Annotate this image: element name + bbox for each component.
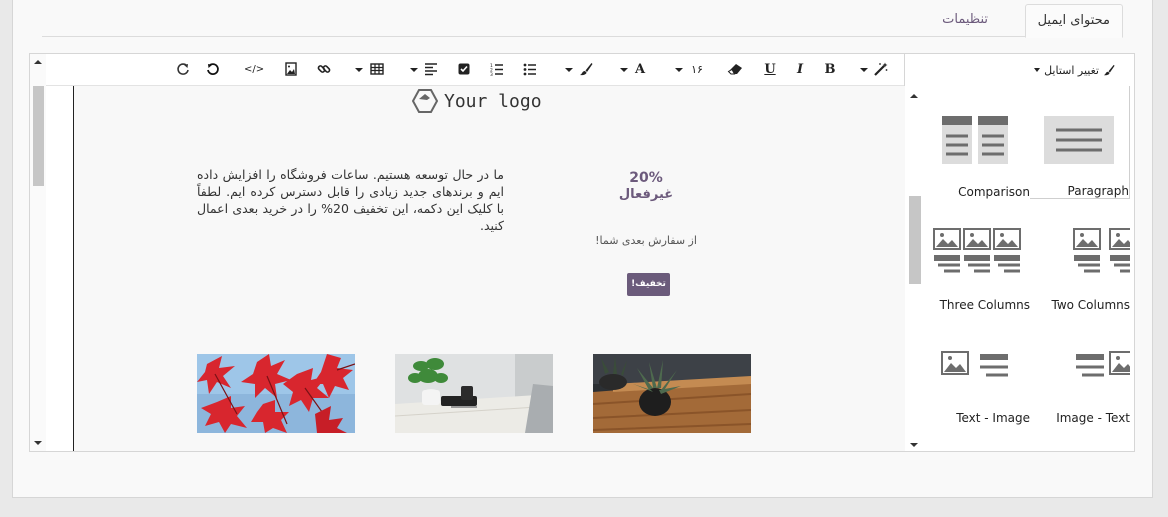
tab-settings[interactable]: تنظیمات bbox=[930, 4, 1000, 38]
tab-email-content[interactable]: محتوای ایمیل bbox=[1024, 4, 1123, 38]
snippet-three-columns[interactable]: Three Columns bbox=[930, 199, 1030, 312]
canvas-scrollbar[interactable] bbox=[30, 54, 46, 451]
underline-icon[interactable]: U bbox=[763, 62, 777, 78]
scroll-down-arrow[interactable] bbox=[34, 441, 42, 445]
italic-icon[interactable]: I bbox=[793, 62, 807, 78]
editor-canvas-area: </> 123 A ۱۶ U I B Your logo ما در حال ت… bbox=[30, 54, 905, 451]
email-canvas[interactable]: Your logo ما در حال توسعه هستیم. ساعات ف… bbox=[73, 86, 905, 451]
svg-text:3: 3 bbox=[490, 72, 493, 76]
insert-image-icon[interactable] bbox=[284, 62, 298, 78]
paint-brush-icon[interactable] bbox=[579, 62, 593, 78]
mail-body-editor: </> 123 A ۱۶ U I B Your logo ما در حال ت… bbox=[29, 53, 1137, 452]
comparison-icon bbox=[942, 116, 1008, 164]
style-dropdown-caret[interactable] bbox=[860, 68, 868, 72]
notebook-tabs: محتوای ایمیل تنظیمات bbox=[42, 0, 1123, 38]
snippet-comparison[interactable]: Comparison bbox=[930, 86, 1030, 199]
chevron-down-icon bbox=[1034, 68, 1041, 72]
table-icon[interactable] bbox=[370, 62, 384, 78]
checklist-icon[interactable] bbox=[457, 62, 471, 78]
discount-button[interactable]: تخفیف! bbox=[627, 273, 670, 296]
eraser-icon[interactable] bbox=[727, 62, 743, 78]
logo-block[interactable]: Your logo bbox=[412, 88, 542, 114]
font-size-select[interactable]: ۱۶ bbox=[689, 62, 705, 78]
editor-toolbar: </> 123 A ۱۶ U I B bbox=[30, 54, 904, 86]
snippet-label: Image - Text bbox=[1056, 411, 1130, 425]
change-style-label: تغییر استایل bbox=[1044, 63, 1099, 77]
snippet-two-columns[interactable]: Two Columns bbox=[1030, 199, 1137, 312]
redo-icon[interactable] bbox=[176, 62, 190, 78]
scroll-thumb[interactable] bbox=[33, 86, 44, 186]
three-columns-icon bbox=[933, 228, 1021, 273]
scroll-up-arrow[interactable] bbox=[910, 94, 918, 98]
snippet-label: Paragraph bbox=[1067, 184, 1129, 198]
photo-wood-table-plant[interactable] bbox=[593, 354, 751, 433]
promo-percent[interactable]: 20% bbox=[626, 170, 666, 186]
undo-icon[interactable] bbox=[206, 62, 220, 78]
two-columns-icon bbox=[1073, 228, 1137, 273]
promo-label[interactable]: غیرفعال bbox=[614, 187, 678, 202]
magic-wand-icon[interactable] bbox=[874, 62, 888, 78]
promo-subtitle[interactable]: از سفارش بعدی شما! bbox=[589, 234, 703, 247]
paragraph-icon bbox=[1044, 116, 1114, 164]
sidebar-scrollbar[interactable] bbox=[906, 86, 922, 451]
snippets-sidebar: تغییر استایل Paragraph Comparison Two Co… bbox=[906, 54, 1137, 451]
scroll-up-arrow[interactable] bbox=[34, 60, 42, 64]
snippet-paragraph[interactable]: Paragraph bbox=[1030, 86, 1130, 199]
snippet-image-text[interactable]: Image - Text bbox=[1030, 312, 1137, 425]
highlight-dropdown-caret[interactable] bbox=[565, 68, 573, 72]
align-dropdown-caret[interactable] bbox=[410, 68, 418, 72]
snippet-text-image[interactable]: Text - Image bbox=[930, 312, 1030, 425]
scroll-thumb[interactable] bbox=[909, 196, 921, 284]
ordered-list-icon[interactable]: 123 bbox=[490, 62, 504, 78]
body-paragraph[interactable]: ما در حال توسعه هستیم. ساعات فروشگاه را … bbox=[197, 166, 504, 234]
change-style-dropdown[interactable]: تغییر استایل bbox=[1034, 63, 1115, 77]
snippet-label: Two Columns bbox=[1051, 298, 1130, 312]
font-size-dropdown-caret[interactable] bbox=[675, 68, 683, 72]
font-color-dropdown-caret[interactable] bbox=[620, 68, 628, 72]
code-view-icon[interactable]: </> bbox=[244, 62, 264, 78]
photo-red-leaves[interactable] bbox=[197, 354, 355, 433]
text-image-icon bbox=[941, 351, 1008, 377]
snippet-label: Three Columns bbox=[939, 298, 1030, 312]
bold-icon[interactable]: B bbox=[823, 62, 837, 78]
image-text-icon bbox=[1076, 351, 1137, 377]
logo-icon bbox=[412, 89, 438, 113]
font-color-icon[interactable]: A bbox=[633, 62, 647, 78]
unordered-list-icon[interactable] bbox=[523, 62, 537, 78]
scroll-down-arrow[interactable] bbox=[910, 443, 918, 447]
paint-brush-icon bbox=[1103, 64, 1115, 76]
snippet-label: Comparison bbox=[958, 185, 1030, 199]
logo-text: Your logo bbox=[444, 90, 542, 112]
table-dropdown-caret[interactable] bbox=[355, 68, 363, 72]
align-icon[interactable] bbox=[424, 62, 438, 78]
insert-link-icon[interactable] bbox=[317, 62, 331, 78]
photo-desk-plant[interactable] bbox=[395, 354, 553, 433]
snippet-label: Text - Image bbox=[956, 411, 1030, 425]
